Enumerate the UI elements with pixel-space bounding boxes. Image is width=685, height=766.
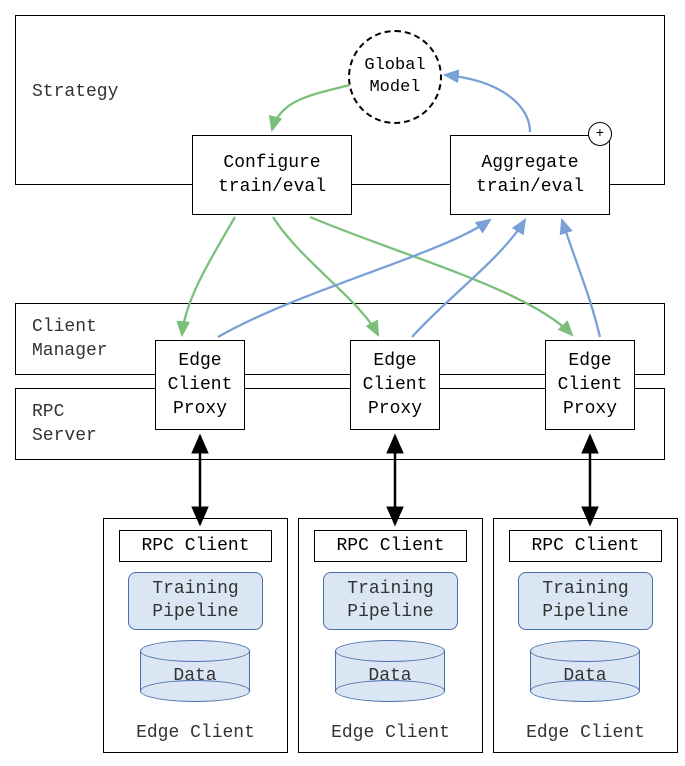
training-pipeline-1: TrainingPipeline [128,572,263,630]
aggregate-box: Aggregatetrain/eval [450,135,610,215]
rpc-client-label-2: RPC Client [336,536,444,556]
rpc-client-box-3: RPC Client [509,530,662,562]
rpc-client-box-2: RPC Client [314,530,467,562]
aggregate-plus-icon: + [588,122,612,146]
plus-glyph: + [596,127,604,141]
rpc-server-title: RPCServer [32,400,97,449]
global-model-label: GlobalModel [364,55,425,99]
training-pipeline-2: TrainingPipeline [323,572,458,630]
strategy-title: Strategy [32,80,118,104]
data-cylinder-3: Data [530,640,640,702]
rpc-client-box-1: RPC Client [119,530,272,562]
configure-label: Configuretrain/eval [218,151,326,200]
pipeline-label-1: TrainingPipeline [152,578,238,625]
data-label-1: Data [140,666,250,686]
edge-client-label-1: Edge Client [103,723,288,743]
diagram-canvas: Strategy GlobalModel Configuretrain/eval… [0,0,685,766]
client-manager-title: ClientManager [32,315,108,364]
edge-client-label-2: Edge Client [298,723,483,743]
proxy-label-2: EdgeClientProxy [363,349,428,422]
data-cylinder-2: Data [335,640,445,702]
configure-box: Configuretrain/eval [192,135,352,215]
training-pipeline-3: TrainingPipeline [518,572,653,630]
proxy-box-1: EdgeClientProxy [155,340,245,430]
rpc-client-label-3: RPC Client [531,536,639,556]
data-label-2: Data [335,666,445,686]
proxy-box-2: EdgeClientProxy [350,340,440,430]
pipeline-label-2: TrainingPipeline [347,578,433,625]
pipeline-label-3: TrainingPipeline [542,578,628,625]
proxy-box-3: EdgeClientProxy [545,340,635,430]
aggregate-label: Aggregatetrain/eval [476,151,584,200]
global-model-node: GlobalModel [348,30,442,124]
proxy-label-3: EdgeClientProxy [558,349,623,422]
data-label-3: Data [530,666,640,686]
proxy-label-1: EdgeClientProxy [168,349,233,422]
rpc-client-label-1: RPC Client [141,536,249,556]
data-cylinder-1: Data [140,640,250,702]
edge-client-label-3: Edge Client [493,723,678,743]
